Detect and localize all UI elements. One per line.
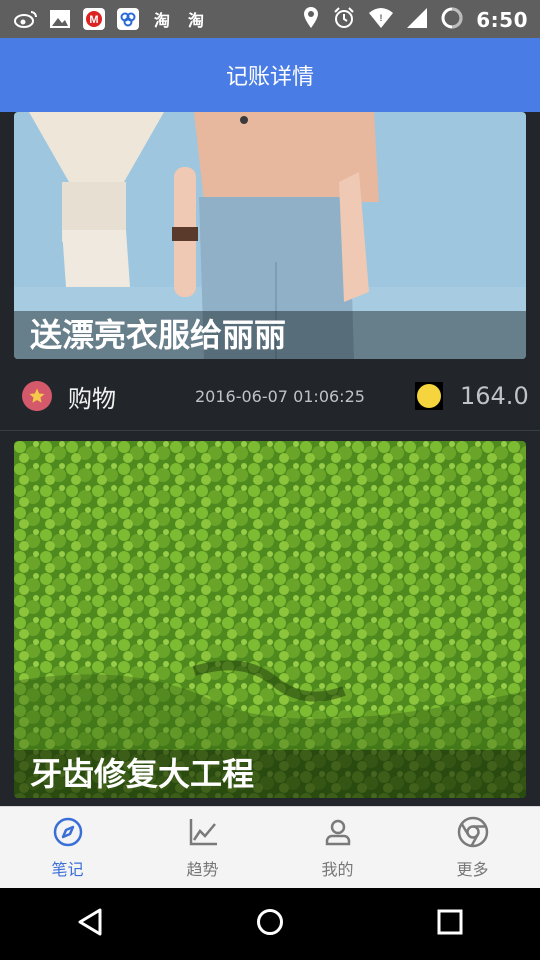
tab-trend[interactable]: 趋势	[135, 807, 270, 889]
record-list[interactable]: 送漂亮衣服给丽丽 购物 2016-06-07 01:06:25 164.0 牙齿…	[0, 112, 540, 806]
status-bar: M 淘 淘 ! 6:50	[0, 0, 540, 38]
record-amount: 164.0	[460, 382, 529, 410]
record-card[interactable]: 牙齿修复大工程	[14, 441, 526, 798]
bottom-navigation: 笔记 趋势 我的 更多	[0, 806, 540, 889]
app-bar: 记账详情	[0, 38, 540, 112]
record-datetime: 2016-06-07 01:06:25	[195, 386, 365, 406]
compass-icon	[52, 816, 84, 852]
alarm-icon	[332, 6, 356, 34]
system-navigation-bar	[0, 888, 540, 960]
system-status: ! 6:50	[302, 6, 528, 34]
category-label: 购物	[68, 384, 116, 413]
recents-icon[interactable]	[436, 908, 464, 940]
user-icon	[322, 816, 354, 852]
svg-text:!: !	[380, 13, 383, 23]
tab-label: 趋势	[186, 860, 219, 879]
tab-mine[interactable]: 我的	[270, 807, 405, 889]
tab-notes[interactable]: 笔记	[0, 807, 135, 889]
notification-icons: M 淘 淘	[14, 7, 208, 31]
image-icon	[48, 7, 72, 31]
home-icon[interactable]	[255, 907, 285, 941]
signal-icon	[406, 7, 428, 33]
coin-icon	[415, 382, 443, 410]
page-title: 记账详情	[225, 65, 314, 90]
chrome-icon	[457, 816, 489, 852]
tab-label: 笔记	[51, 860, 84, 879]
weibo-icon	[14, 7, 38, 31]
divider	[0, 430, 540, 431]
card-caption: 送漂亮衣服给丽丽	[14, 311, 526, 359]
trend-chart-icon	[187, 816, 219, 852]
tab-more[interactable]: 更多	[405, 807, 540, 889]
baidu-icon	[116, 7, 140, 31]
tab-label: 我的	[321, 860, 354, 879]
wifi-icon: !	[368, 7, 394, 33]
card-image-grass	[14, 441, 526, 798]
battery-icon	[440, 6, 464, 34]
taobao-icon: 淘	[153, 11, 170, 30]
mcdonalds-icon: M	[82, 7, 106, 31]
svg-text:M: M	[89, 14, 98, 26]
location-icon	[302, 6, 320, 34]
tab-label: 更多	[456, 860, 489, 879]
record-info-row[interactable]: 购物 2016-06-07 01:06:25 164.0	[0, 363, 540, 429]
star-icon	[22, 381, 52, 411]
card-caption: 牙齿修复大工程	[14, 750, 526, 798]
record-card[interactable]: 送漂亮衣服给丽丽	[14, 112, 526, 359]
taobao-icon: 淘	[187, 11, 204, 30]
clock: 6:50	[476, 8, 528, 32]
back-icon[interactable]	[76, 907, 104, 941]
